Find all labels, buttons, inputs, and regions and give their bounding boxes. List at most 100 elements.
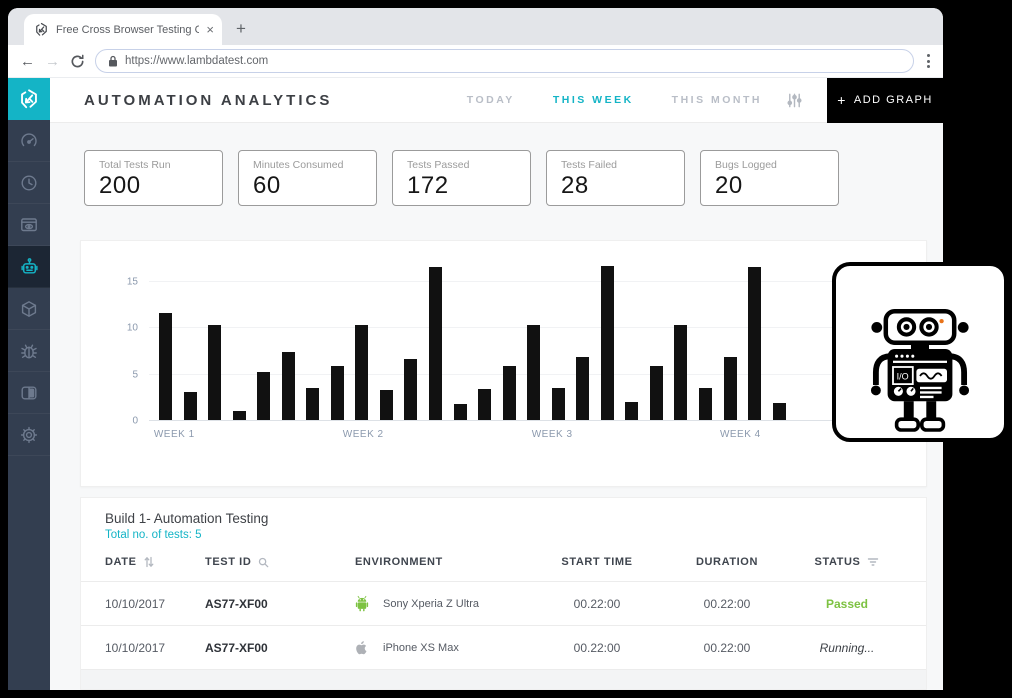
url-bar[interactable]: https://www.lambdatest.com	[95, 49, 914, 73]
cell-duration: 00.22:00	[662, 597, 792, 611]
stat-card-total-tests: Total Tests Run 200	[84, 150, 223, 206]
tab-strip: Free Cross Browser Testing Clou × +	[8, 8, 943, 45]
cell-start-time: 00.22:00	[532, 597, 662, 611]
y-axis-tick: 5	[81, 369, 138, 380]
cell-start-time: 00.22:00	[532, 641, 662, 655]
filter-icon[interactable]	[867, 557, 879, 567]
stat-value: 172	[407, 172, 530, 200]
browser-menu-icon[interactable]	[924, 54, 933, 68]
status-badge: Running...	[820, 641, 875, 655]
url-text: https://www.lambdatest.com	[125, 55, 268, 67]
chart-bar	[429, 267, 442, 420]
chart-bar	[380, 390, 393, 420]
search-icon[interactable]	[258, 557, 269, 568]
contrast-icon	[19, 383, 39, 403]
sidebar-item-settings[interactable]	[8, 414, 50, 456]
stat-value: 28	[561, 172, 684, 200]
refresh-icon[interactable]	[70, 54, 85, 69]
back-icon[interactable]: ←	[20, 54, 35, 69]
sidebar-item-dashboard[interactable]	[8, 120, 50, 162]
chart-bar	[503, 366, 516, 420]
chart-bar	[257, 372, 270, 420]
chart-bar	[699, 388, 712, 420]
add-graph-button[interactable]: + ADD GRAPH	[827, 78, 943, 123]
y-axis-tick: 10	[81, 323, 138, 334]
gauge-icon	[19, 131, 39, 151]
cell-environment: iPhone XS Max	[355, 640, 532, 656]
lambdatest-logo-icon	[18, 88, 40, 110]
tab-title: Free Cross Browser Testing Clou	[56, 24, 199, 36]
cell-test-id: AS77-XF00	[205, 597, 355, 611]
tab-this-month[interactable]: THIS MONTH	[672, 94, 762, 106]
stat-label: Total Tests Run	[99, 159, 222, 171]
period-tabs: TODAY THIS WEEK THIS MONTH	[467, 94, 762, 106]
sidebar-item-visual-testing[interactable]	[8, 372, 50, 414]
chart-bar	[674, 325, 687, 420]
chart-bar	[552, 388, 565, 420]
chart-bar	[773, 403, 786, 420]
page-header: AUTOMATION ANALYTICS TODAY THIS WEEK THI…	[50, 78, 943, 123]
chart-bar	[625, 402, 638, 420]
cell-test-id: AS77-XF00	[205, 641, 355, 655]
robot-illustration-icon: I/O	[866, 298, 974, 436]
stat-label: Tests Passed	[407, 159, 530, 171]
lambdatest-favicon-icon	[34, 22, 49, 37]
tab-close-icon[interactable]: ×	[206, 23, 214, 36]
tab-this-week[interactable]: THIS WEEK	[553, 94, 634, 106]
sidebar-item-automation[interactable]	[8, 246, 50, 288]
chart-bar	[601, 266, 614, 420]
table-header-row: DATE TEST ID ENVIRONMENT	[81, 556, 926, 581]
chart-bar	[748, 267, 761, 420]
chart-x-axis: WEEK 1WEEK 2WEEK 3WEEK 4	[149, 429, 914, 445]
stat-card-minutes: Minutes Consumed 60	[238, 150, 377, 206]
column-header-testid[interactable]: TEST ID	[205, 556, 355, 568]
chart-bar	[724, 357, 737, 420]
column-header-environment: ENVIRONMENT	[355, 556, 532, 568]
table-row[interactable]: 10/10/2017 AS77-XF00	[81, 581, 926, 625]
history-clock-icon	[19, 173, 39, 193]
chart-bar	[184, 392, 197, 420]
chart-bar	[454, 404, 467, 420]
browser-tab[interactable]: Free Cross Browser Testing Clou ×	[24, 14, 222, 45]
cell-duration: 00.22:00	[662, 641, 792, 655]
browser-toolbar: ← → https://www.lambdatest.com	[8, 45, 943, 78]
cell-status: Passed	[792, 597, 902, 611]
table-row[interactable]: 10/10/2017 AS77-XF00 iPhone XS Max 00.22…	[81, 625, 926, 669]
chart-plot	[149, 256, 914, 421]
stat-value: 60	[253, 172, 376, 200]
stat-value: 20	[715, 172, 838, 200]
cell-date: 10/10/2017	[105, 641, 205, 655]
stat-label: Tests Failed	[561, 159, 684, 171]
column-header-date[interactable]: DATE	[105, 556, 205, 568]
tab-today[interactable]: TODAY	[467, 94, 515, 106]
sidebar-item-packages[interactable]	[8, 288, 50, 330]
status-badge: Passed	[826, 597, 868, 611]
forward-icon[interactable]: →	[45, 54, 60, 69]
add-graph-label: ADD GRAPH	[854, 94, 933, 106]
main-content: Total Tests Run 200 Minutes Consumed 60 …	[50, 123, 943, 690]
x-axis-week-label: WEEK 4	[720, 429, 761, 440]
sidebar-item-history[interactable]	[8, 162, 50, 204]
chart-bar	[306, 388, 319, 420]
stat-cards: Total Tests Run 200 Minutes Consumed 60 …	[84, 150, 839, 206]
sidebar-item-bugs[interactable]	[8, 330, 50, 372]
gear-icon	[19, 425, 39, 445]
new-tab-button[interactable]: +	[226, 14, 256, 44]
bar-chart-card: 051015 WEEK 1WEEK 2WEEK 3WEEK 4	[80, 240, 927, 487]
chart-bar	[233, 411, 246, 420]
chart-bar	[527, 325, 540, 420]
sort-icon[interactable]	[144, 556, 154, 568]
sidebar-item-realtime[interactable]	[8, 204, 50, 246]
bug-icon	[19, 341, 39, 361]
plus-icon: +	[837, 92, 847, 108]
stat-card-bugs: Bugs Logged 20	[700, 150, 839, 206]
browser-eye-icon	[19, 215, 39, 235]
filter-sliders-icon[interactable]	[786, 92, 803, 109]
cell-environment: Sony Xperia Z Ultra	[355, 595, 532, 612]
column-header-status[interactable]: STATUS	[792, 556, 902, 568]
total-tests-subtitle: Total no. of tests: 5	[105, 529, 902, 541]
y-axis-tick: 0	[81, 416, 138, 427]
lambdatest-logo[interactable]	[8, 78, 50, 120]
robot-icon	[19, 256, 40, 277]
chart-bar	[282, 352, 295, 420]
